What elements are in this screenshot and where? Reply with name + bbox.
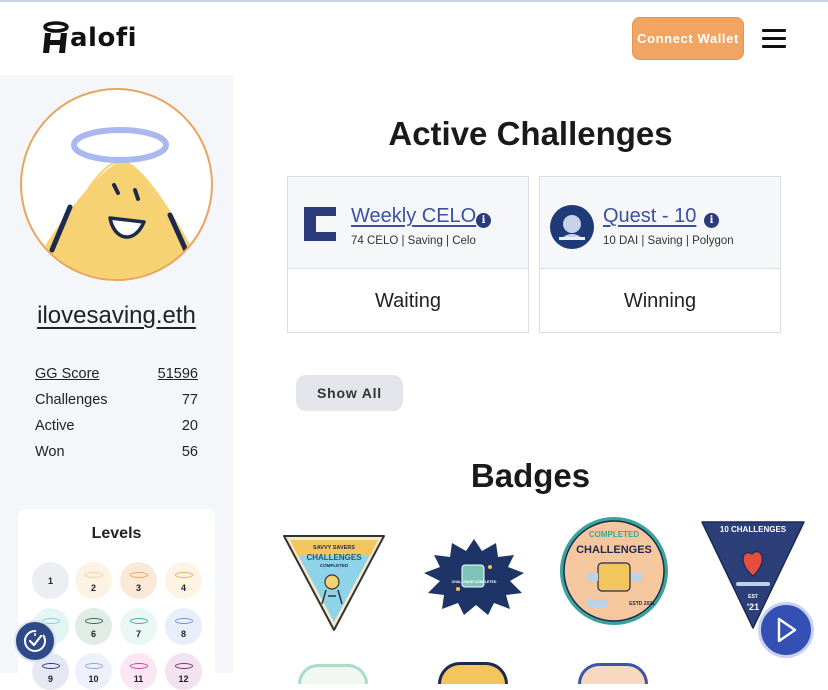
gas-refund-fab[interactable] (14, 620, 56, 662)
main-content: Active Challenges Weekly CELO i 74 CELO … (233, 75, 828, 684)
challenge-name[interactable]: Quest - 10 (603, 205, 696, 228)
challenge-card-header: Weekly CELO i 74 CELO | Saving | Celo (288, 177, 528, 269)
halo-h-icon (43, 21, 69, 53)
challenge-card-header: Quest - 10 i 10 DAI | Saving | Polygon (540, 177, 780, 269)
level-2[interactable]: 2 (75, 562, 112, 599)
halo-icon (174, 572, 193, 578)
challenge-status: Winning (623, 289, 697, 312)
profile-stats: GG Score 51596 Challenges 77 Active 20 W… (35, 361, 198, 465)
badge-partial[interactable] (438, 662, 508, 684)
app-header: alofi Connect Wallet (0, 2, 828, 75)
hamburger-menu-icon[interactable] (762, 29, 786, 49)
savvy-savers-badge[interactable]: SAVVY SAVERS CHALLENGES COMPLETED (278, 530, 390, 633)
challenge-completed-badge[interactable]: CHALLENGE COMPLETED (418, 537, 530, 617)
level-6[interactable]: 6 (75, 608, 112, 645)
challenge-status: Waiting (375, 289, 441, 312)
badge-text: CHALLENGES (576, 544, 652, 556)
celo-logo-icon (304, 207, 336, 241)
stat-label: Won (35, 444, 65, 460)
badge-text: SAVVY SAVERS (313, 545, 355, 551)
show-all-button[interactable]: Show All (296, 375, 403, 411)
stat-value: 56 (181, 444, 198, 460)
info-icon[interactable]: i (704, 213, 719, 228)
halo-icon (174, 663, 193, 669)
halo-icon (41, 663, 60, 669)
stat-gg-score[interactable]: GG Score 51596 (35, 361, 198, 387)
stat-value[interactable]: 51596 (158, 366, 198, 382)
stat-challenges: Challenges 77 (35, 387, 198, 413)
badge-text: EST (748, 594, 758, 600)
level-1[interactable]: 1 (32, 562, 69, 599)
level-8[interactable]: 8 (165, 608, 202, 645)
level-11[interactable]: 11 (120, 653, 157, 690)
quest-avatar-icon (550, 205, 594, 249)
active-challenges-title: Active Challenges (388, 115, 673, 152)
stat-active: Active 20 (35, 413, 198, 439)
play-video-fab[interactable] (758, 602, 814, 658)
completed-challenges-2021-badge[interactable]: COMPLETED CHALLENGES ESTD 2021 (558, 515, 670, 627)
badge-text: CHALLENGES (306, 553, 362, 562)
level-4[interactable]: 4 (165, 562, 202, 599)
halo-icon (84, 663, 103, 669)
halofi-logo[interactable]: alofi (40, 20, 137, 56)
badge-partial[interactable] (298, 664, 368, 684)
challenge-card-weekly-celo[interactable]: Weekly CELO i 74 CELO | Saving | Celo Wa… (287, 176, 529, 333)
stat-value: 20 (181, 418, 198, 434)
halo-icon (174, 618, 193, 624)
badge-partial[interactable] (578, 663, 648, 684)
challenge-meta: 74 CELO | Saving | Celo (351, 235, 476, 247)
info-icon[interactable]: i (476, 213, 491, 228)
badge-text: '21 (747, 602, 759, 612)
challenge-meta: 10 DAI | Saving | Polygon (603, 235, 734, 247)
challenge-card-quest-10[interactable]: Quest - 10 i 10 DAI | Saving | Polygon W… (539, 176, 781, 333)
halo-icon (84, 572, 103, 578)
stat-label[interactable]: GG Score (35, 366, 99, 382)
badge-text: 10 CHALLENGES (720, 525, 787, 534)
avatar (20, 88, 213, 281)
halo-icon (129, 618, 148, 624)
badge-text: COMPLETED (320, 563, 349, 568)
stat-won: Won 56 (35, 439, 198, 465)
stat-value: 77 (181, 392, 198, 408)
profile-username[interactable]: ilovesaving.eth (0, 302, 233, 330)
stat-label: Challenges (35, 392, 108, 408)
level-10[interactable]: 10 (75, 653, 112, 690)
halo-icon (129, 572, 148, 578)
halo-icon (84, 618, 103, 624)
level-7[interactable]: 7 (120, 608, 157, 645)
stat-label: Active (35, 418, 75, 434)
badges-title: Badges (470, 457, 591, 494)
badge-text: ESTD 2021 (629, 601, 655, 607)
profile-sidebar: ilovesaving.eth GG Score 51596 Challenge… (0, 75, 233, 690)
logo-text: alofi (70, 23, 138, 53)
badge-text: CHALLENGE COMPLETED (452, 580, 497, 584)
connect-wallet-button[interactable]: Connect Wallet (632, 17, 744, 60)
play-icon (777, 617, 797, 643)
clock-check-icon (24, 630, 46, 652)
level-3[interactable]: 3 (120, 562, 157, 599)
badge-text: COMPLETED (589, 530, 639, 539)
halo-icon (129, 663, 148, 669)
challenge-name[interactable]: Weekly CELO (351, 205, 476, 228)
levels-title: Levels (91, 525, 142, 542)
level-12[interactable]: 12 (165, 653, 202, 690)
